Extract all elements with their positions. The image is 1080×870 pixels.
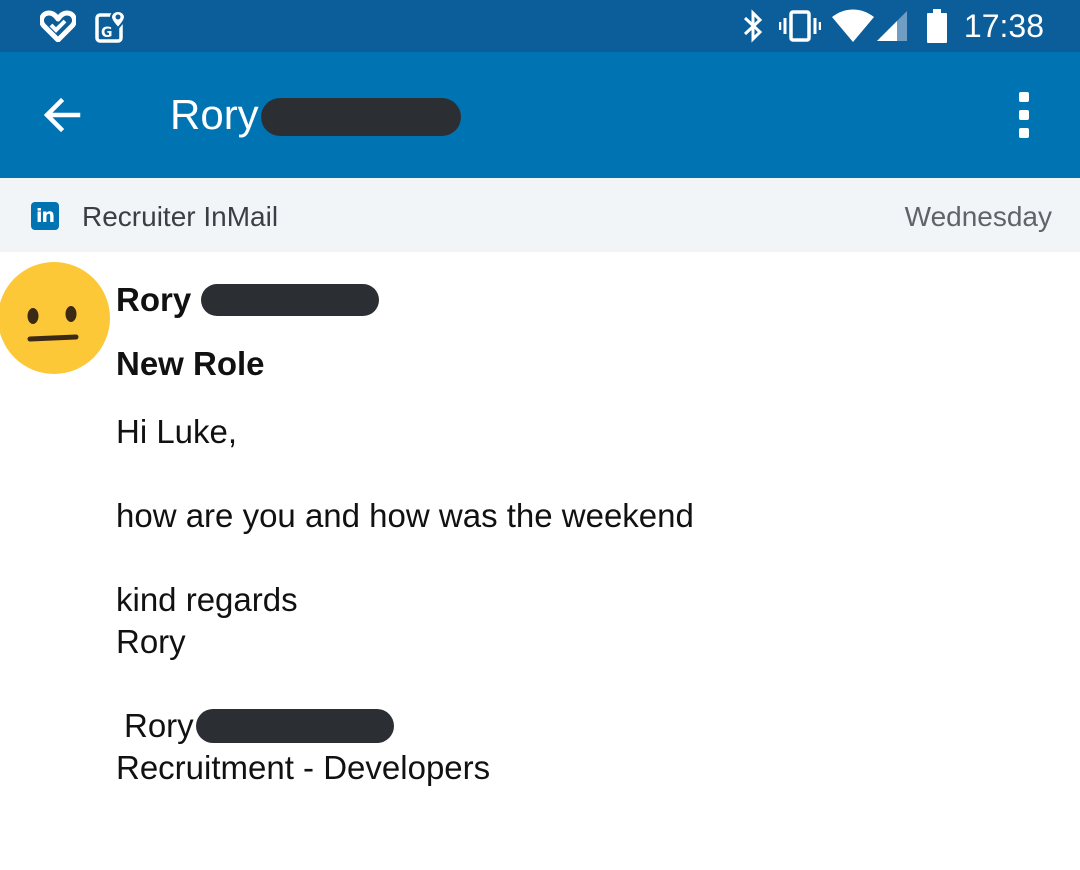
- app-bar: Rory: [0, 52, 1080, 178]
- signature-name: Rory: [124, 707, 194, 744]
- message-body: how are you and how was the weekend: [116, 497, 694, 534]
- signature-row: Rory: [124, 704, 394, 748]
- message-date: Wednesday: [904, 201, 1052, 232]
- vibrate-icon: [778, 0, 822, 52]
- avatar[interactable]: [0, 262, 110, 374]
- status-time: 17:38: [963, 8, 1044, 44]
- status-bar: G 17:38: [0, 0, 1080, 52]
- bluetooth-icon: [738, 0, 768, 52]
- cell-signal-icon: [874, 0, 910, 52]
- app-title: Rory: [170, 91, 259, 138]
- more-vertical-icon: [1019, 92, 1029, 102]
- overflow-menu-button[interactable]: [996, 79, 1052, 151]
- redacted-surname: [260, 98, 461, 136]
- wifi-icon: [830, 0, 876, 52]
- sender-row: Rory: [116, 278, 380, 322]
- battery-icon: [924, 0, 950, 52]
- message-subject: New Role: [116, 345, 265, 382]
- arrow-left-icon: [43, 97, 81, 133]
- signature-title: Recruitment - Developers: [116, 749, 491, 786]
- message-meta-strip: in Recruiter InMail Wednesday: [0, 178, 1080, 252]
- heart-app-icon: [38, 0, 78, 52]
- maps-notification-icon: G: [94, 0, 128, 52]
- redacted-surname: [201, 284, 380, 316]
- linkedin-logo-icon: in: [31, 202, 59, 230]
- message-closing-name: Rory: [116, 623, 186, 660]
- svg-text:G: G: [101, 25, 113, 41]
- message-closing: kind regards: [116, 581, 298, 618]
- sender-name: Rory: [116, 281, 192, 318]
- message-type-label: Recruiter InMail: [82, 201, 279, 232]
- message-greeting: Hi Luke,: [116, 413, 238, 450]
- conversation-title: Rory: [170, 52, 461, 178]
- neutral-face-icon: [27, 306, 79, 342]
- redacted-surname: [195, 709, 394, 743]
- back-button[interactable]: [26, 79, 98, 151]
